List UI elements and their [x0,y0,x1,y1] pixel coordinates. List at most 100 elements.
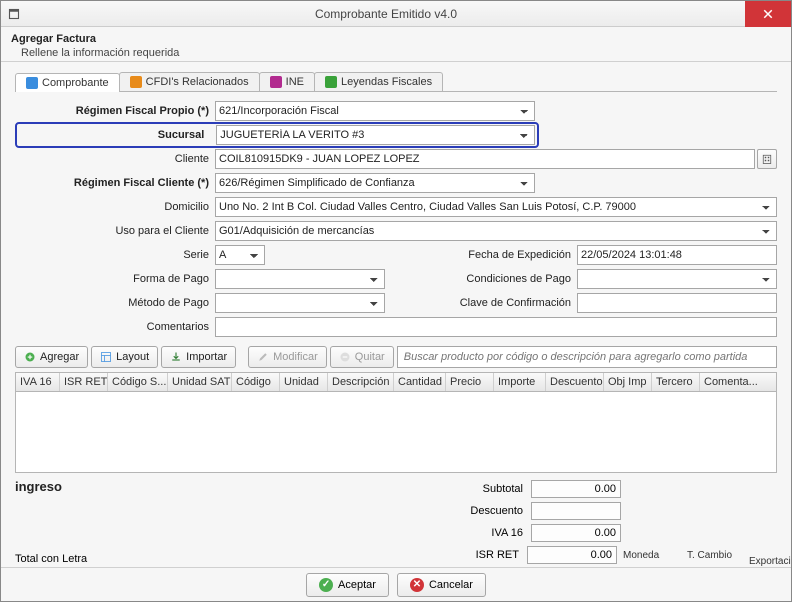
col-descripcion[interactable]: Descripción [328,373,394,391]
label-iva16: IVA 16 [399,527,529,539]
building-icon [761,153,773,165]
label-moneda: Moneda [623,550,679,561]
cliente-lookup-button[interactable] [757,149,777,169]
layout-icon [100,351,112,363]
col-isrret[interactable]: ISR RET [60,373,108,391]
metodo-pago-select[interactable] [215,293,385,313]
tab-label: CFDI's Relacionados [146,76,249,88]
col-codigosat[interactable]: Código S... [108,373,168,391]
group-label: ingreso [15,479,395,494]
button-label: Aceptar [338,579,376,591]
minus-icon [339,351,351,363]
header-title: Agregar Factura [11,33,781,45]
tab-ine[interactable]: INE [259,72,315,91]
check-icon: ✓ [319,578,333,592]
label-domicilio: Domicilio [15,201,215,213]
label-fecha-exp: Fecha de Expedición [417,249,577,261]
col-unidadsat[interactable]: Unidad SAT [168,373,232,391]
label-condiciones-pago: Condiciones de Pago [417,273,577,285]
tab-label: Comprobante [42,77,109,89]
tab-cfdis-icon [130,76,142,88]
page-header: Agregar Factura Rellene la información r… [1,27,791,62]
layout-button[interactable]: Layout [91,346,158,368]
col-iva16[interactable]: IVA 16 [16,373,60,391]
button-label: Cancelar [429,579,473,591]
cliente-input[interactable] [215,149,755,169]
label-uso-cliente: Uso para el Cliente [15,225,215,237]
tab-leyendas[interactable]: Leyendas Fiscales [314,72,443,91]
serie-select[interactable] [215,245,265,265]
fecha-expedicion-input[interactable] [577,245,777,265]
pencil-icon [257,351,269,363]
items-toolbar: Agregar Layout Importar Modificar Quitar [15,346,777,368]
comprobante-form: Régimen Fiscal Propio (*) Sucursal Clien… [15,100,777,338]
forma-pago-select[interactable] [215,269,385,289]
window-title: Comprobante Emitido v4.0 [27,7,745,21]
label-serie: Serie [15,249,215,261]
dialog-footer: ✓ Aceptar ✕ Cancelar [1,567,791,601]
tab-label: Leyendas Fiscales [341,76,432,88]
iva16-value[interactable] [531,524,621,542]
label-comentarios: Comentarios [15,321,215,333]
items-grid: IVA 16 ISR RET Código S... Unidad SAT Có… [15,372,777,473]
label-sucursal: Sucursal [19,129,210,141]
col-comentario[interactable]: Comenta... [700,373,776,391]
col-tercero[interactable]: Tercero [652,373,700,391]
sucursal-select[interactable] [216,125,535,145]
tab-strip: Comprobante CFDI's Relacionados INE Leye… [15,72,777,92]
button-label: Modificar [273,351,318,363]
button-label: Importar [186,351,227,363]
label-cliente: Cliente [15,153,215,165]
descuento-value[interactable] [531,502,621,520]
col-descuento[interactable]: Descuento [546,373,604,391]
label-exportacion: Exportación [749,556,791,567]
label-regimen-cliente: Régimen Fiscal Cliente (*) [15,177,215,189]
col-importe[interactable]: Importe [494,373,546,391]
regimen-cliente-select[interactable] [215,173,535,193]
grid-body[interactable] [16,392,776,472]
col-objimp[interactable]: Obj Imp [604,373,652,391]
col-unidad[interactable]: Unidad [280,373,328,391]
label-clave-confirmacion: Clave de Confirmación [417,297,577,309]
subtotal-value[interactable] [531,480,621,498]
tab-comprobante[interactable]: Comprobante [15,73,120,92]
grid-header: IVA 16 ISR RET Código S... Unidad SAT Có… [16,373,776,392]
tab-cfdis[interactable]: CFDI's Relacionados [119,72,260,91]
button-label: Agregar [40,351,79,363]
tab-comprobante-icon [26,77,38,89]
button-label: Layout [116,351,149,363]
label-total-letra: Total con Letra [15,553,395,565]
clave-confirmacion-input[interactable] [577,293,777,313]
comentarios-input[interactable] [215,317,777,337]
titlebar: Comprobante Emitido v4.0 [1,1,791,27]
label-isrret: ISR RET [395,549,525,561]
label-metodo-pago: Método de Pago [15,297,215,309]
col-precio[interactable]: Precio [446,373,494,391]
domicilio-select[interactable] [215,197,777,217]
plus-icon [24,351,36,363]
tab-label: INE [286,76,304,88]
product-search-input[interactable] [397,346,777,368]
condiciones-pago-select[interactable] [577,269,777,289]
close-button[interactable] [745,1,791,27]
uso-cliente-select[interactable] [215,221,777,241]
header-subtitle: Rellene la información requerida [11,47,781,59]
agregar-button[interactable]: Agregar [15,346,88,368]
regimen-propio-select[interactable] [215,101,535,121]
quitar-button: Quitar [330,346,394,368]
importar-button[interactable]: Importar [161,346,236,368]
button-label: Quitar [355,351,385,363]
col-cantidad[interactable]: Cantidad [394,373,446,391]
isrret-value[interactable] [527,546,617,564]
accept-button[interactable]: ✓ Aceptar [306,573,389,597]
tab-ine-icon [270,76,282,88]
import-icon [170,351,182,363]
cancel-button[interactable]: ✕ Cancelar [397,573,486,597]
label-regimen-propio: Régimen Fiscal Propio (*) [15,105,215,117]
label-tcambio: T. Cambio [687,550,737,561]
tab-leyendas-icon [325,76,337,88]
label-forma-pago: Forma de Pago [15,273,215,285]
x-icon: ✕ [410,578,424,592]
app-icon [1,1,27,27]
col-codigo[interactable]: Código [232,373,280,391]
